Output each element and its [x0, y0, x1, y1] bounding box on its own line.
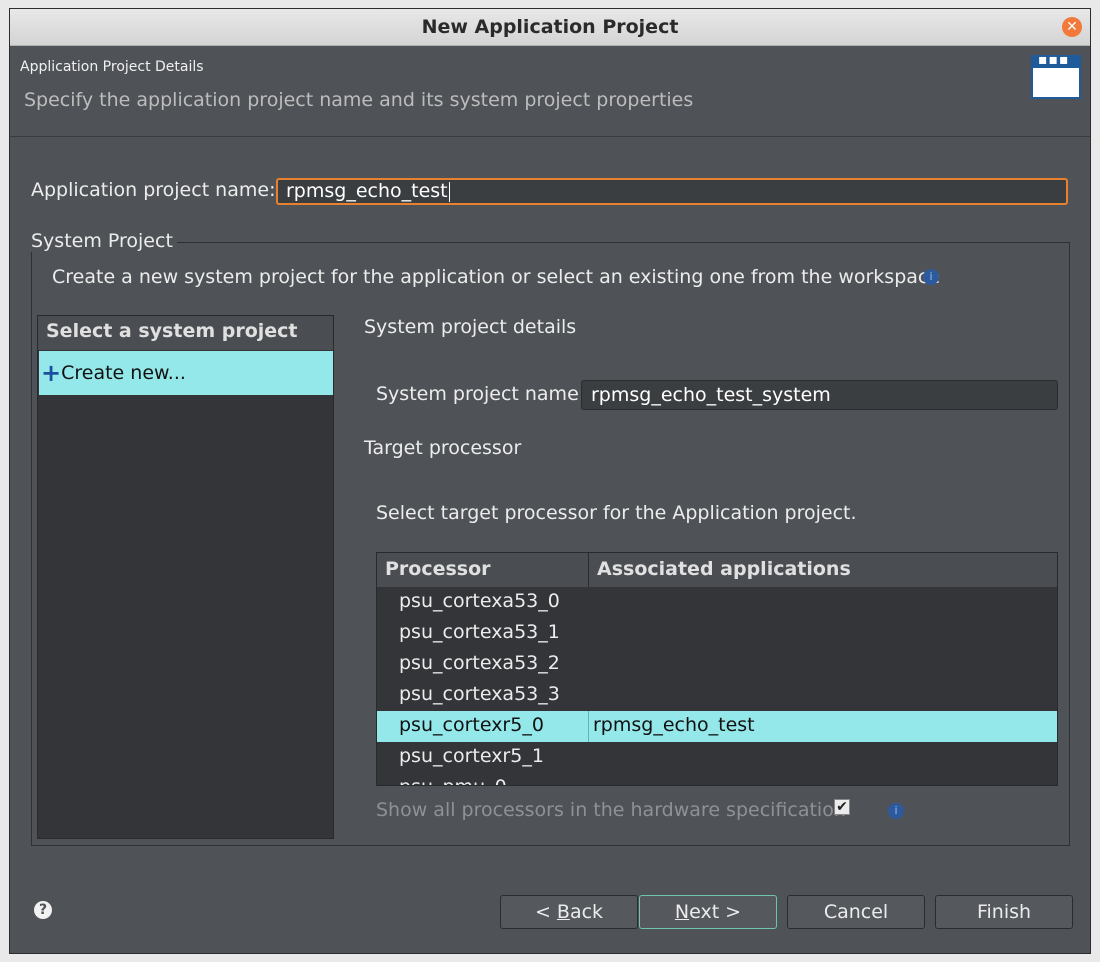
system-project-list-header: Select a system project [38, 316, 333, 350]
app-name-input[interactable]: rpmsg_echo_test [276, 178, 1068, 205]
processor-table[interactable]: Processor Associated applications psu_co… [376, 552, 1058, 786]
processor-name: psu_cortexa53_0 [399, 590, 560, 612]
processor-name: psu_cortexa53_1 [399, 621, 560, 643]
system-project-details-label: System project details [364, 316, 577, 338]
table-row[interactable]: psu_cortexa53_2 [377, 649, 1057, 680]
target-processor-label: Target processor [364, 437, 522, 459]
processor-name: psu_cortexa53_2 [399, 652, 560, 674]
list-item-create-new[interactable]: +Create new... [39, 351, 333, 395]
dialog-title: New Application Project [421, 16, 679, 38]
list-item-label: Create new... [61, 362, 186, 384]
close-icon[interactable]: ✕ [1062, 17, 1082, 37]
section-subtitle: Specify the application project name and… [24, 89, 694, 111]
target-processor-description: Select target processor for the Applicat… [376, 502, 857, 524]
info-icon[interactable]: i [888, 803, 904, 819]
table-row[interactable]: psu_pmu_0 [377, 773, 1057, 785]
plus-icon: + [41, 359, 62, 387]
info-icon[interactable]: i [923, 269, 939, 285]
finish-button[interactable]: Finish [935, 895, 1073, 929]
wizard-header: Application Project Details Specify the … [10, 46, 1090, 137]
system-project-name-input[interactable]: rpmsg_echo_test_system [581, 380, 1058, 410]
next-button[interactable]: Next > [639, 895, 777, 929]
associated-app: rpmsg_echo_test [593, 714, 755, 736]
processor-name: psu_pmu_0 [399, 776, 507, 785]
show-all-processors-checkbox[interactable]: ✔ [834, 799, 850, 815]
help-icon[interactable]: ? [34, 901, 52, 919]
system-project-list[interactable]: Select a system project +Create new... [37, 315, 334, 839]
table-row[interactable]: psu_cortexr5_1 [377, 742, 1057, 773]
cancel-button[interactable]: Cancel [787, 895, 925, 929]
column-header-processor[interactable]: Processor [385, 558, 491, 580]
system-project-group-label: System Project [31, 230, 177, 252]
processor-name: psu_cortexr5_1 [399, 745, 544, 767]
table-row[interactable]: psu_cortexa53_0 [377, 587, 1057, 618]
app-name-label: Application project name: [31, 179, 276, 201]
dialog-window: New Application Project ✕ Application Pr… [9, 8, 1091, 954]
column-header-associated-applications[interactable]: Associated applications [597, 558, 851, 580]
back-button[interactable]: < Back [500, 895, 638, 929]
table-header: Processor Associated applications [377, 553, 1057, 587]
processor-name: psu_cortexa53_3 [399, 683, 560, 705]
section-title: Application Project Details [20, 59, 204, 75]
show-all-processors-label: Show all processors in the hardware spec… [376, 799, 846, 821]
table-row[interactable]: psu_cortexa53_1 [377, 618, 1057, 649]
system-project-name-label: System project name: [376, 383, 586, 405]
title-bar: New Application Project ✕ [10, 9, 1090, 46]
wizard-window-icon: ▪▪▪ [1031, 52, 1081, 99]
table-row-selected[interactable]: psu_cortexr5_0 rpmsg_echo_test [377, 711, 1057, 742]
table-row[interactable]: psu_cortexa53_3 [377, 680, 1057, 711]
processor-name: psu_cortexr5_0 [399, 714, 544, 736]
system-project-description: Create a new system project for the appl… [52, 266, 941, 288]
